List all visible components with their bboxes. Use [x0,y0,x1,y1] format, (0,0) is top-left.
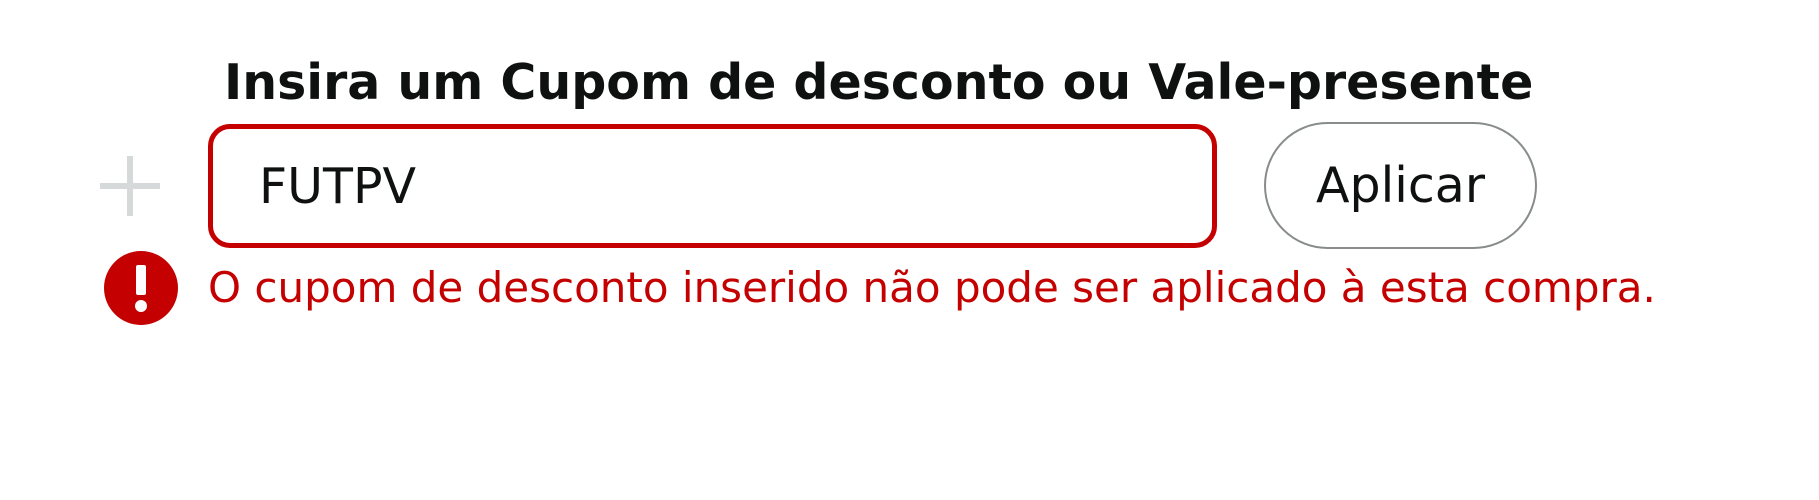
coupon-section-title: Insira um Cupom de desconto ou Vale-pres… [224,54,1534,111]
coupon-code-input[interactable] [208,124,1217,248]
apply-coupon-button[interactable]: Aplicar [1264,122,1537,249]
coupon-section: Insira um Cupom de desconto ou Vale-pres… [0,0,1819,500]
coupon-error-message: O cupom de desconto inserido não pode se… [104,250,1656,326]
coupon-error-text: O cupom de desconto inserido não pode se… [208,263,1656,312]
exclamation-circle-icon [104,251,178,325]
plus-icon[interactable] [98,154,162,218]
